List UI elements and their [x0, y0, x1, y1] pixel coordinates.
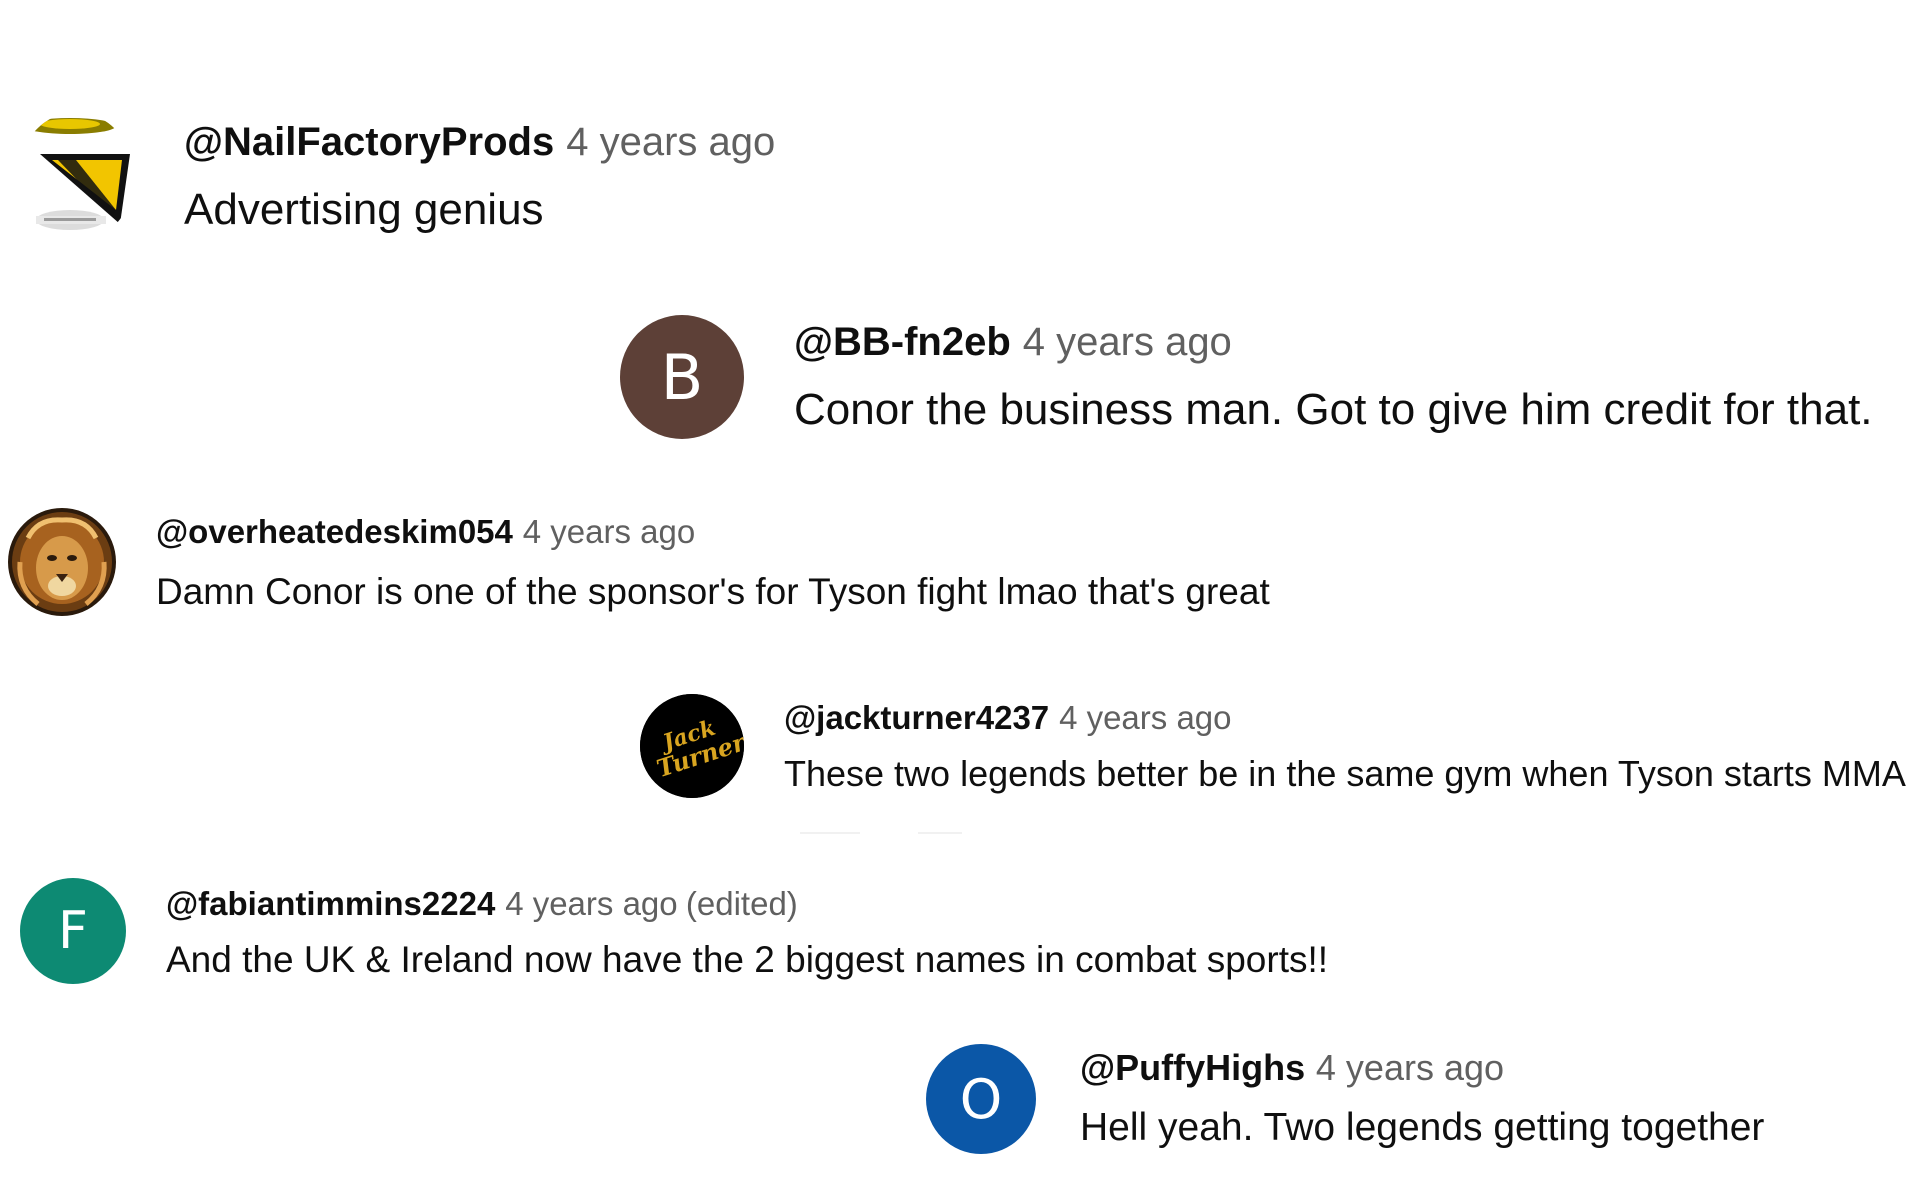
lion-icon	[8, 508, 116, 616]
comment-text: Damn Conor is one of the sponsor's for T…	[156, 570, 1270, 612]
avatar-letter: B	[660, 340, 704, 414]
avatar[interactable]: F	[20, 878, 126, 984]
comment-author-handle[interactable]: @fabiantimmins2224	[166, 885, 495, 922]
comment-author-handle[interactable]: @NailFactoryProds	[184, 120, 554, 164]
avatar[interactable]	[18, 112, 134, 242]
comment-timestamp[interactable]: 4 years ago	[1316, 1047, 1504, 1088]
avatar-letter: F	[58, 901, 88, 961]
avatar[interactable]: B	[620, 315, 744, 439]
comment-author-handle[interactable]: @jackturner4237	[784, 699, 1049, 736]
comment-text: Conor the business man. Got to give him …	[794, 385, 1873, 434]
comment-author-handle[interactable]: @BB-fn2eb	[794, 320, 1011, 364]
comment-timestamp[interactable]: 4 years ago	[1023, 320, 1232, 364]
nail-factory-logo-icon	[18, 112, 134, 242]
comment-timestamp[interactable]: 4 years ago	[1059, 699, 1231, 736]
avatar-letter: O	[959, 1067, 1003, 1131]
comment-timestamp[interactable]: 4 years ago	[566, 120, 775, 164]
comment-text: These two legends better be in the same …	[784, 752, 1906, 794]
comment-timestamp[interactable]: 4 years ago	[505, 885, 677, 922]
comment-timestamp[interactable]: 4 years ago	[523, 513, 695, 550]
comment-author-handle[interactable]: @PuffyHighs	[1080, 1047, 1305, 1088]
avatar[interactable]: O	[926, 1044, 1036, 1154]
comment-text: And the UK & Ireland now have the 2 bigg…	[166, 938, 1329, 980]
divider	[800, 832, 860, 834]
edited-label: (edited)	[685, 885, 798, 922]
comment-text: Advertising genius	[184, 185, 544, 234]
comment-text: Hell yeah. Two legends getting together	[1080, 1106, 1765, 1150]
jack-turner-logo-icon: Jack Turner	[640, 694, 744, 798]
divider	[918, 832, 962, 834]
avatar[interactable]: Jack Turner	[640, 694, 744, 798]
comment-author-handle[interactable]: @overheatedeskim054	[156, 513, 513, 550]
avatar[interactable]	[8, 508, 116, 616]
